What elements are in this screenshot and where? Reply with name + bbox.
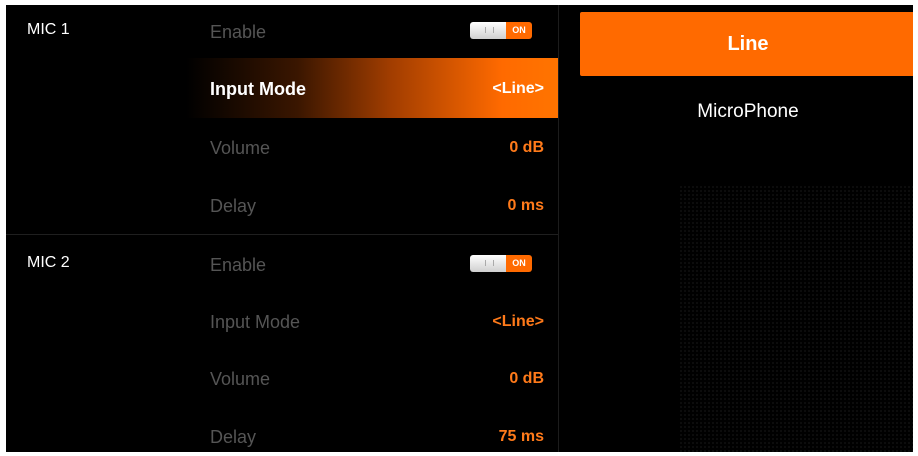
mic1-volume-value[interactable]: 0 dB xyxy=(509,139,544,157)
option-line-selected[interactable]: Line xyxy=(580,12,913,76)
mic1-enable-label[interactable]: Enable xyxy=(210,22,266,43)
mic2-volume-value[interactable]: 0 dB xyxy=(509,370,544,388)
mic2-input-mode-label[interactable]: Input Mode xyxy=(210,312,300,333)
mic1-delay-value[interactable]: 0 ms xyxy=(508,197,544,215)
toggle-on-label: ON xyxy=(506,255,532,272)
mic2-volume-label[interactable]: Volume xyxy=(210,369,270,390)
mic1-section-title: MIC 1 xyxy=(27,21,70,38)
toggle-knob xyxy=(470,22,506,39)
section-divider xyxy=(6,234,558,235)
mic1-enable-toggle[interactable]: ON xyxy=(470,22,532,39)
mic1-input-mode-value[interactable]: <Line> xyxy=(492,80,544,98)
background-texture xyxy=(679,185,913,452)
toggle-knob xyxy=(470,255,506,272)
mic2-section-title: MIC 2 xyxy=(27,254,70,271)
mic1-volume-label[interactable]: Volume xyxy=(210,138,270,159)
device-screen: MIC 1 Enable ON Input Mode <Line> Volume… xyxy=(6,5,913,452)
input-mode-options-panel: Line MicroPhone xyxy=(558,5,913,452)
option-microphone[interactable]: MicroPhone xyxy=(580,92,913,132)
mic1-delay-label[interactable]: Delay xyxy=(210,196,256,217)
mic2-delay-label[interactable]: Delay xyxy=(210,427,256,448)
mic2-delay-value[interactable]: 75 ms xyxy=(499,428,544,446)
mic2-input-mode-value[interactable]: <Line> xyxy=(492,313,544,331)
toggle-on-label: ON xyxy=(506,22,532,39)
mic1-input-mode-label[interactable]: Input Mode xyxy=(210,79,306,100)
mic2-enable-label[interactable]: Enable xyxy=(210,255,266,276)
mic2-enable-toggle[interactable]: ON xyxy=(470,255,532,272)
settings-list-panel: MIC 1 Enable ON Input Mode <Line> Volume… xyxy=(6,5,558,452)
